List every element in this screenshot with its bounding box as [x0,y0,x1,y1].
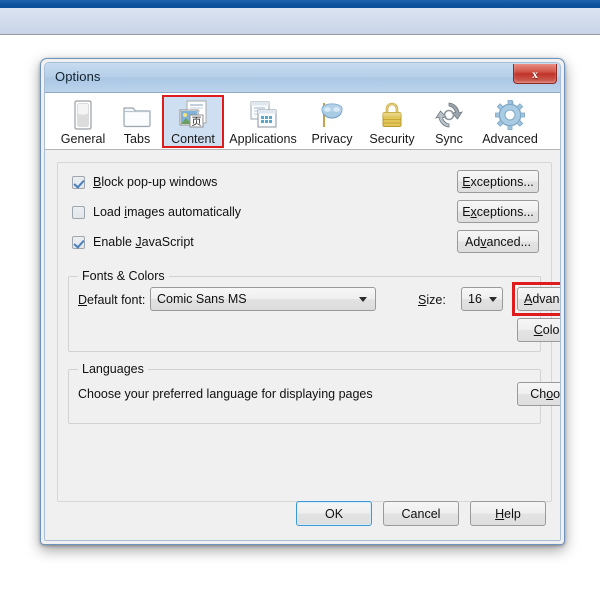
cancel-label: Cancel [401,506,441,521]
padlock-icon [375,99,409,131]
exceptions-popups-button[interactable]: Exceptions... [457,170,539,193]
browser-toolbar-strip [0,8,600,35]
tab-applications-label: Applications [229,132,297,146]
label-load-images: Load images automatically [93,205,242,219]
tab-content[interactable]: 页 Content [162,95,224,148]
svg-text:页: 页 [192,116,202,128]
mask-icon [315,99,349,131]
options-dialog: Options x General Tabs 页 Content Applica… [40,58,565,545]
dialog-footer: OK Cancel Help [45,501,560,526]
label-enable-javascript: Enable JavaScript [93,235,194,249]
options-body: Block pop-up windows Load images automat… [45,150,560,540]
tab-privacy[interactable]: Privacy [303,96,361,147]
exceptions-popups-label: Exceptions... [462,174,534,189]
tab-general-label: General [60,132,106,146]
dialog-title: Options [55,69,101,84]
chevron-down-icon [489,296,497,302]
tab-advanced-label: Advanced [482,132,538,146]
tab-privacy-label: Privacy [311,132,353,146]
checkbox-load-images[interactable] [72,205,85,219]
tab-content-label: Content [171,132,215,146]
languages-description: Choose your preferred language for displ… [78,387,373,401]
app-windows-icon [246,99,280,131]
javascript-advanced-label: Advanced... [464,234,532,249]
cancel-button[interactable]: Cancel [383,501,459,526]
sync-arrows-icon [432,99,466,131]
window-pane-icon [66,99,100,131]
web-page-icon: 页 [176,99,210,131]
colors-button[interactable]: Colors... [517,318,560,342]
row-load-images: Load images automatically [72,205,241,219]
help-button[interactable]: Help [470,501,546,526]
label-block-popups: Block pop-up windows [93,175,218,189]
fonts-advanced-label: Advanced... [523,292,560,306]
chevron-down-icon [359,296,367,302]
fonts-colors-group: Fonts & Colors Default font: Comic Sans … [68,269,560,352]
size-label: Size: [418,293,446,307]
tab-advanced[interactable]: Advanced [475,96,545,147]
default-font-label: Default font: [78,293,146,307]
row-enable-javascript: Enable JavaScript [72,235,194,249]
languages-group: Languages Choose your preferred language… [68,362,560,424]
close-button[interactable]: x [513,64,557,84]
tab-sync[interactable]: Sync [423,96,475,147]
options-dialog-inner: Options x General Tabs 页 Content Applica… [44,62,561,541]
checkbox-enable-javascript[interactable] [72,235,85,249]
tab-security[interactable]: Security [361,96,423,147]
tab-security-label: Security [369,132,415,146]
fonts-advanced-button[interactable]: Advanced... [517,287,560,311]
font-size-value: 16 [468,292,482,306]
folder-tab-icon [120,99,154,131]
dialog-titlebar[interactable]: Options x [45,63,560,93]
content-pane: Block pop-up windows Load images automat… [57,162,560,502]
row-block-popups: Block pop-up windows [72,175,217,189]
tab-sync-label: Sync [435,132,463,146]
ok-label: OK [324,506,344,521]
tab-applications[interactable]: Applications [223,96,303,147]
tab-tabs[interactable]: Tabs [111,96,163,147]
languages-group-title: Languages [78,362,148,376]
default-font-select[interactable]: Comic Sans MS [150,287,376,311]
font-size-select[interactable]: 16 [461,287,503,311]
close-icon: x [532,66,538,81]
exceptions-images-label: Exceptions... [462,204,534,219]
checkbox-block-popups[interactable] [72,175,85,189]
tab-general[interactable]: General [55,96,111,147]
choose-language-button[interactable]: Choose... [517,382,561,406]
gear-icon [493,99,527,131]
javascript-advanced-button[interactable]: Advanced... [457,230,539,253]
ok-button[interactable]: OK [296,501,372,526]
choose-language-label: Choose... [530,387,561,401]
help-label: Help [495,506,521,521]
options-tabstrip: General Tabs 页 Content Applications Priv… [45,93,560,150]
exceptions-images-button[interactable]: Exceptions... [457,200,539,223]
tab-tabs-label: Tabs [123,132,151,146]
default-font-value: Comic Sans MS [157,292,247,306]
fonts-colors-group-title: Fonts & Colors [78,269,169,283]
colors-label: Colors... [533,323,560,337]
browser-titlebar-strip [0,0,600,8]
